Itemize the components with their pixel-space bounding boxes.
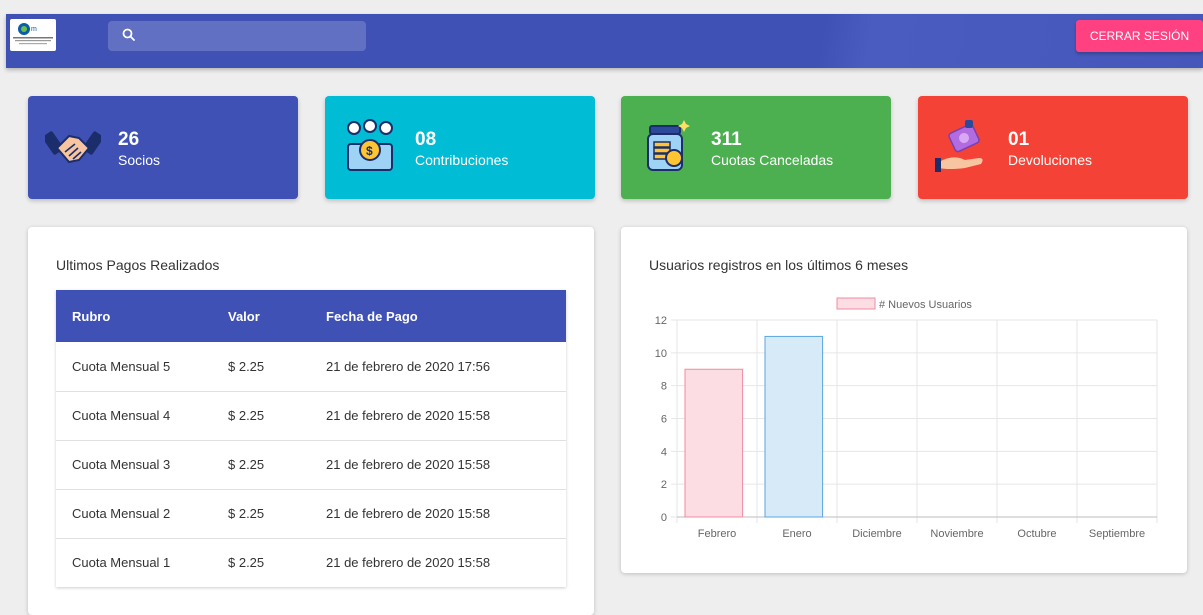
x-tick-label: Septiembre — [1089, 528, 1145, 540]
stat-card-socios[interactable]: 26 Socios — [28, 96, 298, 199]
cell-rubro: Cuota Mensual 2 — [56, 489, 212, 539]
stat-value: 01 — [1008, 129, 1030, 150]
y-tick-label: 2 — [661, 479, 667, 491]
payments-card: Ultimos Pagos Realizados Rubro Valor Fec… — [28, 227, 594, 615]
cell-rubro: Cuota Mensual 5 — [56, 342, 212, 392]
stat-label: Devoluciones — [1008, 152, 1093, 168]
search-box[interactable] — [108, 21, 366, 51]
table-row[interactable]: Cuota Mensual 5 $ 2.25 21 de febrero de … — [56, 342, 566, 392]
y-tick-label: 12 — [655, 315, 667, 327]
legend-label: # Nuevos Usuarios — [879, 299, 972, 311]
cell-fecha: 21 de febrero de 2020 17:56 — [310, 342, 566, 392]
legend-swatch — [836, 297, 876, 310]
y-tick-label: 4 — [661, 446, 667, 458]
cell-fecha: 21 de febrero de 2020 15:58 — [326, 555, 491, 571]
table-row[interactable]: Cuota Mensual 3 $ 2.25 21 de febrero de … — [56, 440, 566, 490]
stat-card-devoluciones[interactable]: 01 Devoluciones — [918, 96, 1188, 199]
cell-valor: $ 2.25 — [212, 342, 310, 392]
cell-rubro: Cuota Mensual 3 — [56, 440, 212, 490]
table-row[interactable]: Cuota Mensual 4 $ 2.25 21 de febrero de … — [56, 391, 566, 441]
contribution-icon: $ — [342, 118, 398, 174]
handshake-icon — [42, 118, 104, 174]
cell-valor: $ 2.25 — [212, 489, 310, 539]
column-header-rubro: Rubro — [56, 290, 212, 342]
stat-label: Socios — [118, 152, 161, 168]
x-tick-label: Octubre — [1017, 528, 1056, 540]
cell-valor: $ 2.25 — [212, 391, 310, 441]
x-tick-label: Febrero — [698, 528, 737, 540]
column-header-fecha: Fecha de Pago — [310, 290, 566, 342]
bar — [684, 368, 744, 518]
stat-value: 311 — [711, 129, 742, 150]
users-chart-card: Usuarios registros en los últimos 6 mese… — [621, 227, 1187, 573]
y-tick-label: 6 — [661, 414, 667, 426]
y-tick-label: 0 — [661, 512, 667, 524]
y-tick-label: 10 — [655, 348, 667, 360]
money-hand-icon — [935, 118, 991, 174]
stat-label: Cuotas Canceladas — [711, 152, 834, 168]
cell-rubro: Cuota Mensual 4 — [56, 391, 212, 441]
logo[interactable]: m — [10, 19, 56, 51]
coin-jar-icon — [638, 118, 694, 174]
table-row[interactable]: Cuota Mensual 1 $ 2.25 21 de febrero de … — [56, 538, 566, 587]
svg-text:$: $ — [366, 144, 373, 158]
payments-title: Ultimos Pagos Realizados — [56, 257, 220, 273]
table-header-row: Rubro Valor Fecha de Pago — [56, 290, 566, 342]
top-app-bar: m CERRAR SESIÓN — [6, 14, 1203, 68]
cell-rubro: Cuota Mensual 1 — [72, 555, 171, 571]
x-tick-label: Noviembre — [930, 528, 983, 540]
stat-value: 26 — [118, 129, 140, 150]
cell-valor: $ 2.25 — [228, 555, 265, 571]
y-tick-label: 8 — [661, 381, 667, 393]
stat-card-contribuciones[interactable]: $ 08 Contribuciones — [325, 96, 595, 199]
table-row[interactable]: Cuota Mensual 2 $ 2.25 21 de febrero de … — [56, 489, 566, 539]
cell-fecha: 21 de febrero de 2020 15:58 — [310, 489, 566, 539]
stat-card-cuotas[interactable]: 311 Cuotas Canceladas — [621, 96, 891, 199]
cell-fecha: 21 de febrero de 2020 15:58 — [310, 440, 566, 490]
users-bar-chart: 0 2 4 6 8 10 12 Febrero Enero Diciembre Noviembre O… — [655, 297, 1158, 540]
column-header-valor: Valor — [212, 290, 310, 342]
payments-table: Rubro Valor Fecha de Pago Cuota Mensual … — [56, 290, 566, 587]
cell-fecha: 21 de febrero de 2020 15:58 — [310, 391, 566, 441]
x-tick-label: Enero — [782, 528, 811, 540]
stat-value: 08 — [415, 129, 437, 150]
x-tick-label: Diciembre — [852, 528, 902, 540]
stat-label: Contribuciones — [415, 152, 509, 168]
logout-button[interactable]: CERRAR SESIÓN — [1076, 20, 1203, 52]
cell-valor: $ 2.25 — [212, 440, 310, 490]
search-icon — [122, 28, 136, 47]
bar — [764, 335, 824, 518]
svg-text:m: m — [31, 26, 37, 33]
